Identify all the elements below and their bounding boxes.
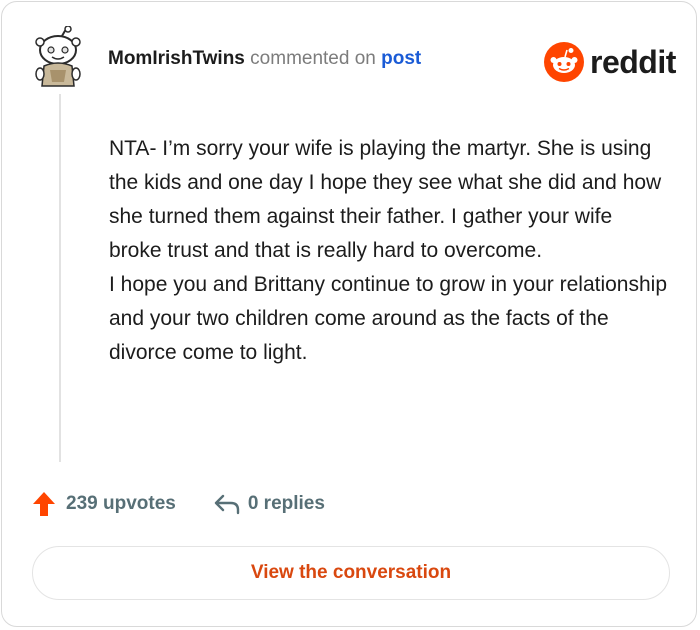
action-text: commented on: [250, 48, 376, 69]
upvote-count: 239 upvotes: [66, 493, 176, 514]
reply-count: 0 replies: [247, 493, 325, 514]
comment-card: MomIrishTwins commented on post reddit N…: [1, 1, 697, 627]
reddit-logo[interactable]: reddit: [544, 40, 676, 84]
upvote-arrow-icon: [33, 492, 55, 516]
comment-header: MomIrishTwins commented on post: [108, 48, 421, 70]
upvote-stat[interactable]: 239 upvotes: [32, 491, 176, 517]
comment-paragraph: I hope you and Brittany continue to grow…: [109, 273, 668, 364]
comment-paragraph: NTA- I’m sorry your wife is playing the …: [109, 137, 662, 262]
snoo-avatar-icon: [35, 25, 81, 87]
comment-body: NTA- I’m sorry your wife is playing the …: [109, 132, 669, 370]
reply-arrow-icon: [214, 494, 240, 515]
comment-stats: 239 upvotes 0 replies: [32, 488, 325, 520]
user-avatar[interactable]: [28, 25, 88, 90]
username-link[interactable]: MomIrishTwins: [108, 48, 245, 69]
view-conversation-button[interactable]: View the conversation: [32, 546, 670, 600]
reddit-snoo-icon: [544, 42, 584, 82]
reply-stat[interactable]: 0 replies: [214, 493, 325, 515]
thread-line: [59, 94, 61, 462]
post-link[interactable]: post: [381, 48, 421, 69]
brand-name: reddit: [590, 43, 676, 80]
